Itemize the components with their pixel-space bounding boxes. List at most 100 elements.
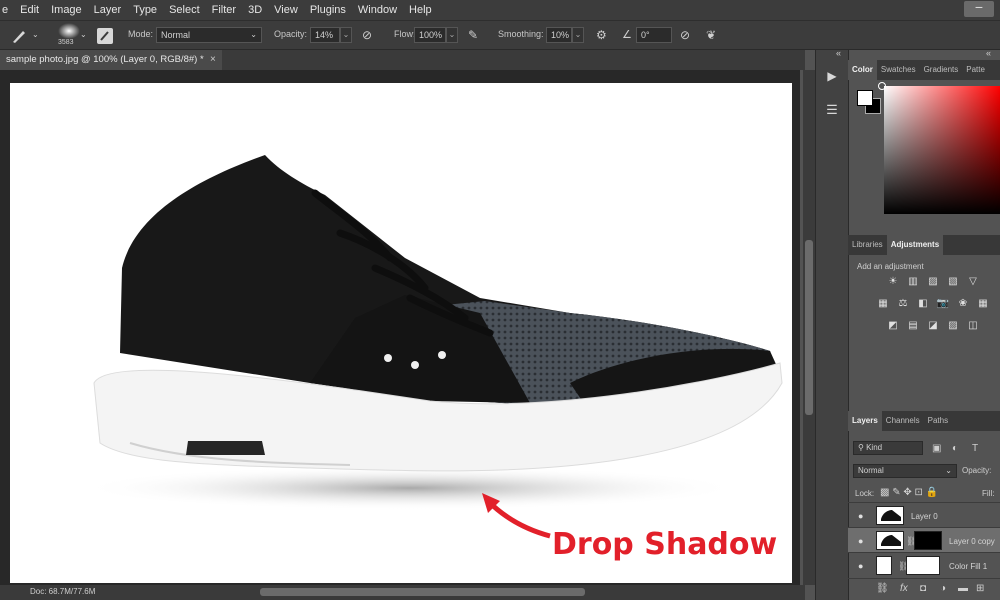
tab-channels[interactable]: Channels [882,411,924,431]
tab-color[interactable]: Color [848,60,877,80]
new-adjustment-icon[interactable]: ◑ [940,583,946,594]
eye-icon[interactable]: ● [858,511,863,521]
menu-view[interactable]: View [268,4,304,16]
tab-adjustments[interactable]: Adjustments [886,235,944,255]
eye-icon[interactable]: ● [858,561,863,571]
brush-preview[interactable] [58,23,80,39]
flow-dropdown[interactable]: ⌄ [446,27,458,43]
tab-paths[interactable]: Paths [924,411,952,431]
curves-icon[interactable]: ▨ [926,276,940,288]
layer-name: Layer 0 copy [949,537,995,546]
grid-icon[interactable]: ▦ [876,298,890,310]
levels-icon[interactable]: ▥ [906,276,920,288]
camera-icon[interactable]: 📷 [936,298,950,310]
tab-patterns[interactable]: Patte [962,60,989,80]
colorball-icon[interactable]: ❀ [956,298,970,310]
table-icon[interactable]: ▦ [976,298,990,310]
blend-mode-select[interactable]: Normal ⌄ [853,464,957,478]
gradient-icon[interactable]: ▨ [946,320,960,332]
menu-filter[interactable]: Filter [206,4,242,16]
brush-settings-icon[interactable] [97,28,113,44]
link-layers-icon[interactable]: ⛓ [876,583,889,594]
opacity-dropdown[interactable]: ⌄ [340,27,352,43]
adjustment-filter-icon[interactable]: ◐ [952,443,958,454]
smoothing-dropdown[interactable]: ⌄ [572,27,584,43]
color-picker-field[interactable] [884,86,1000,214]
fill-label: Fill: [982,489,995,498]
menu-help[interactable]: Help [403,4,438,16]
pressure-size-icon[interactable]: ⊘ [680,27,690,43]
layer-row[interactable]: ● ⛓ Color Fill 1 [848,552,1000,578]
posterize-icon[interactable]: ▤ [906,320,920,332]
layer-opacity-label: Opacity: [962,466,992,475]
color-panel-tabs: Color Swatches Gradients Patte [848,60,1000,80]
close-icon[interactable]: × [210,54,216,65]
menu-window[interactable]: Window [352,4,403,16]
mode-label: Mode: [128,29,154,39]
exposure-icon[interactable]: ▧ [946,276,960,288]
selective-icon[interactable]: ◫ [966,320,980,332]
play-icon[interactable]: ▶ [822,66,842,86]
opacity-input[interactable]: 14% [310,27,340,43]
mode-value: Normal [161,30,191,40]
menu-3d[interactable]: 3D [242,4,268,16]
menu-file[interactable]: e [0,4,14,16]
add-mask-icon[interactable]: ◘ [920,583,926,594]
layers-panel-tabs: Layers Channels Paths [848,411,1000,431]
minimize-button[interactable]: − [964,0,994,17]
panel-dock-strip: « ▶ ☰ [815,48,848,600]
gear-icon[interactable]: ⚙ [596,27,607,43]
vertical-scroll-thumb[interactable] [805,240,813,415]
smoothing-input[interactable]: 10% [546,27,572,43]
layer-row[interactable]: ● ⛓ Layer 0 copy [848,527,1000,553]
kind-filter[interactable]: ⚲ Kind [853,441,923,455]
document-tab[interactable]: sample photo.jpg @ 100% (Layer 0, RGB/8#… [0,50,222,70]
triangle-icon[interactable]: ▽ [966,276,980,288]
layer-mask-thumbnail[interactable] [914,531,942,550]
airbrush-icon[interactable]: ✎ [468,27,478,43]
layer-mask-thumbnail[interactable] [906,556,940,575]
fx-icon[interactable]: fx [900,583,908,594]
folder-icon[interactable]: ▬ [958,583,968,594]
menu-type[interactable]: Type [127,4,163,16]
image-filter-icon[interactable]: ▣ [932,443,941,454]
eye-icon[interactable]: ● [858,536,863,546]
layer-row[interactable]: ● Layer 0 [848,502,1000,528]
lock-pixels-icon[interactable]: ▩ ✎ ✥ ⊡ 🔒 [880,487,938,498]
invert-icon[interactable]: ◩ [886,320,900,332]
layer-thumbnail [876,506,904,525]
butterfly-icon[interactable]: ❦ [706,27,716,43]
tab-gradients[interactable]: Gradients [920,60,963,80]
menu-layer[interactable]: Layer [88,4,128,16]
menu-bar: e Edit Image Layer Type Select Filter 3D… [0,0,1000,20]
chevron-down-icon: ⌄ [945,466,952,475]
mode-select[interactable]: Normal ⌄ [156,27,262,43]
type-filter-icon[interactable]: T [972,443,978,454]
collapse-arrow-icon[interactable]: « [836,48,841,58]
document-image[interactable]: Drop Shadow [10,83,792,583]
halfbox-icon[interactable]: ◧ [916,298,930,310]
sun-icon[interactable]: ☀ [886,276,900,288]
chevron-down-icon[interactable]: ⌄ [80,27,87,43]
menu-edit[interactable]: Edit [14,4,45,16]
flow-input[interactable]: 100% [414,27,446,43]
tab-libraries[interactable]: Libraries [848,235,887,255]
pressure-opacity-icon[interactable]: ⊘ [362,27,372,43]
new-layer-icon[interactable]: ⊞ [976,583,984,594]
threshold-icon[interactable]: ◪ [926,320,940,332]
chevron-down-icon[interactable]: ⌄ [32,27,39,43]
menu-plugins[interactable]: Plugins [304,4,352,16]
angle-input[interactable]: 0° [636,27,672,43]
scale-icon[interactable]: ⚖ [896,298,910,310]
properties-icon[interactable]: ☰ [822,100,842,120]
collapse-arrow-icon[interactable]: « [986,48,991,58]
foreground-color-swatch[interactable] [857,90,873,106]
brush-tool-icon[interactable] [10,28,28,44]
menu-image[interactable]: Image [45,4,88,16]
tab-swatches[interactable]: Swatches [877,60,920,80]
menu-select[interactable]: Select [163,4,206,16]
tab-layers[interactable]: Layers [848,411,882,431]
brush-size-readout: 3583 [58,39,74,46]
horizontal-scroll-thumb[interactable] [260,588,585,596]
color-picker-cursor[interactable] [878,82,886,90]
